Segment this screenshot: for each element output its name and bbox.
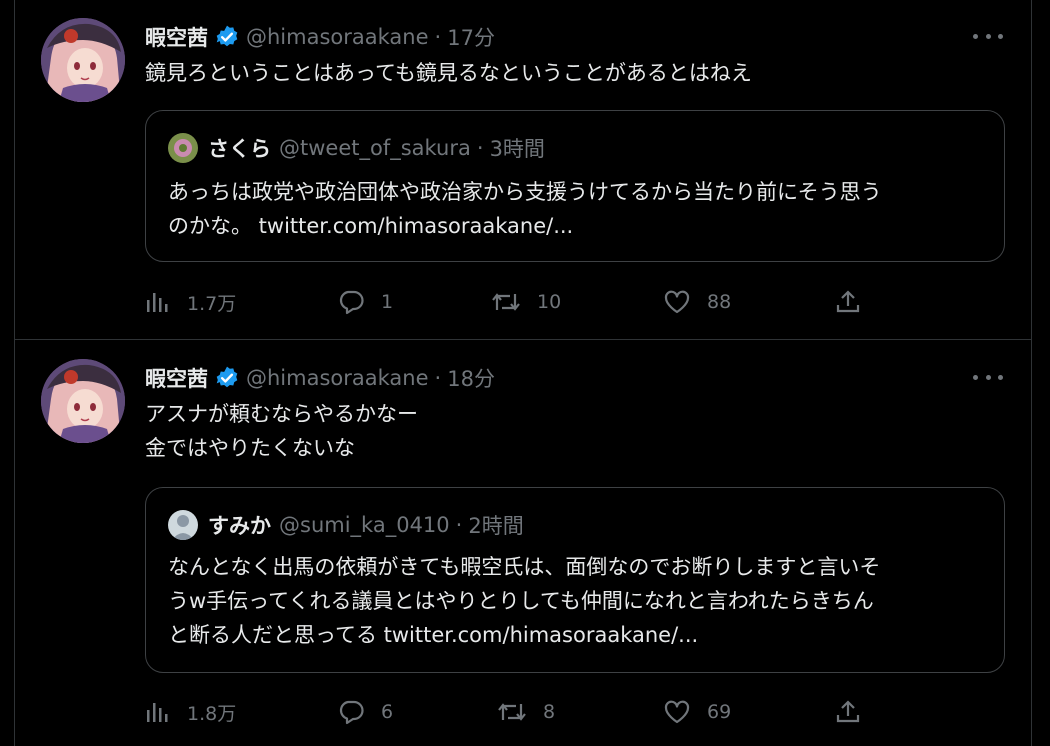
views-button[interactable]: 1.8万: [145, 695, 236, 729]
quote-text-line: あっちは政党や政治団体や政治家から支援うけてるから当たり前にそう思う: [168, 180, 882, 204]
bar-chart-icon: [147, 293, 168, 312]
reply-button[interactable]: 6: [337, 695, 393, 729]
author-name[interactable]: 暇空茜: [145, 363, 208, 393]
tweet-text-line: アスナが頼むならやるかなー: [145, 402, 418, 426]
speech-bubble-icon: [339, 290, 364, 315]
heart-icon: [664, 290, 690, 314]
quote-author-handle: @sumi_ka_0410: [279, 513, 450, 537]
reply-count: 1: [381, 291, 394, 313]
speech-bubble-icon: [339, 700, 364, 725]
retweet-arrows-icon: [492, 293, 520, 311]
quote-text-line: と断る人だと思ってる twitter.com/himasoraakane/...: [168, 623, 699, 647]
separator-dot: ·: [434, 25, 442, 49]
avatar[interactable]: [41, 18, 125, 102]
quote-timestamp: 2時間: [468, 514, 524, 538]
tweet-text: アスナが頼むならやるかなー 金ではやりたくないな: [145, 397, 418, 465]
tweet[interactable]: 暇空茜 @himasoraakane · 18分 アスナが頼むならやるかなー 金…: [15, 341, 1031, 746]
tweet-header: 暇空茜 @himasoraakane · 17分: [145, 20, 495, 54]
action-bar: 1.7万 1 10 88: [145, 285, 875, 319]
verified-badge-icon: [214, 365, 240, 391]
tweet-header: 暇空茜 @himasoraakane · 18分: [145, 361, 495, 395]
like-button[interactable]: 69: [663, 695, 731, 729]
more-dots-icon[interactable]: [973, 24, 1003, 48]
quote-tweet[interactable]: さくら @tweet_of_sakura · 3時間 あっちは政党や政治団体や政…: [145, 110, 1005, 262]
quote-text-line: うw手伝ってくれる議員とはやりとりしても仲間になれと言われたらきちん: [168, 589, 874, 613]
quote-avatar: [168, 133, 198, 163]
tweet-text-line: 鏡見ろということはあっても鏡見るなということがあるとはねえ: [145, 61, 752, 85]
heart-icon: [664, 700, 690, 724]
views-button[interactable]: 1.7万: [145, 285, 236, 319]
quote-header: すみか @sumi_ka_0410 · 2時間: [168, 510, 524, 540]
reply-count: 6: [381, 701, 394, 723]
share-upload-icon: [836, 290, 860, 313]
quote-timestamp: 3時間: [489, 137, 545, 161]
quote-text: あっちは政党や政治団体や政治家から支援うけてるから当たり前にそう思う のかな。 …: [168, 175, 882, 243]
like-count: 88: [707, 291, 732, 313]
quote-author-handle: @tweet_of_sakura: [279, 136, 471, 160]
share-upload-icon: [836, 700, 860, 723]
tweet-text: 鏡見ろということはあっても鏡見るなということがあるとはねえ: [145, 56, 752, 90]
tweet[interactable]: 暇空茜 @himasoraakane · 17分 鏡見ろということはあっても鏡見…: [15, 0, 1031, 340]
verified-badge-icon: [214, 24, 240, 50]
separator-dot: ·: [434, 366, 442, 390]
author-handle[interactable]: @himasoraakane: [246, 366, 429, 390]
timestamp[interactable]: 17分: [447, 22, 495, 52]
timeline: 暇空茜 @himasoraakane · 17分 鏡見ろということはあっても鏡見…: [14, 0, 1032, 746]
action-bar: 1.8万 6 8 69: [145, 695, 875, 729]
reply-button[interactable]: 1: [337, 285, 393, 319]
retweet-arrows-icon: [498, 703, 526, 721]
separator-dot: ·: [455, 513, 463, 537]
author-name[interactable]: 暇空茜: [145, 22, 208, 52]
like-button[interactable]: 88: [663, 285, 731, 319]
quote-tweet[interactable]: すみか @sumi_ka_0410 · 2時間 なんとなく出馬の依頼がきても暇空…: [145, 487, 1005, 673]
separator-dot: ·: [476, 136, 484, 160]
quote-header: さくら @tweet_of_sakura · 3時間: [168, 133, 545, 163]
views-count: 1.7万: [187, 292, 237, 315]
share-button[interactable]: [835, 695, 877, 729]
retweet-button[interactable]: 8: [497, 695, 555, 729]
views-count: 1.8万: [187, 702, 237, 725]
avatar[interactable]: [41, 359, 125, 443]
quote-avatar: [168, 510, 198, 540]
like-count: 69: [707, 701, 732, 723]
quote-author-name: すみか: [208, 514, 271, 538]
retweet-button[interactable]: 10: [491, 285, 561, 319]
quote-text: なんとなく出馬の依頼がきても暇空氏は、面倒なのでお断りしますと言いそ うw手伝っ…: [168, 550, 880, 652]
author-handle[interactable]: @himasoraakane: [246, 25, 429, 49]
share-button[interactable]: [835, 285, 877, 319]
tweet-text-line: 金ではやりたくないな: [145, 436, 355, 460]
more-dots-icon[interactable]: [973, 365, 1003, 389]
quote-text-line: なんとなく出馬の依頼がきても暇空氏は、面倒なのでお断りしますと言いそ: [168, 555, 881, 579]
quote-text-line: のかな。 twitter.com/himasoraakane/...: [168, 214, 574, 238]
retweet-count: 10: [537, 291, 562, 313]
bar-chart-icon: [147, 703, 168, 722]
quote-author-name: さくら: [208, 137, 271, 161]
retweet-count: 8: [543, 701, 556, 723]
timestamp[interactable]: 18分: [447, 363, 495, 393]
